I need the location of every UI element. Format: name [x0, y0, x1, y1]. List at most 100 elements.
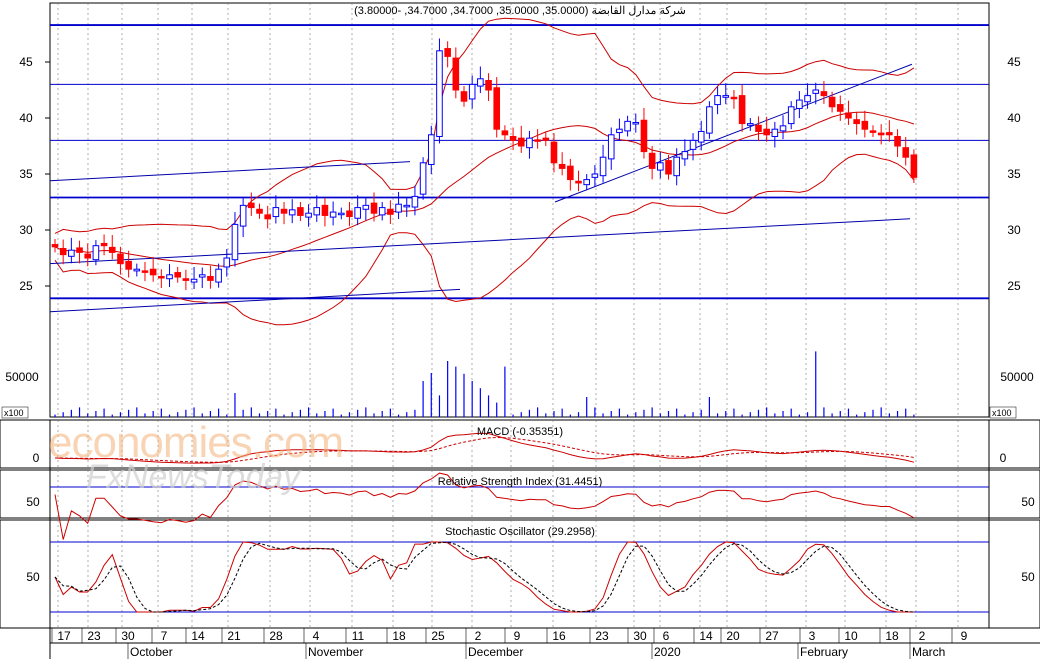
candle-body — [460, 91, 468, 102]
candle-body — [812, 89, 820, 94]
candle-body — [297, 207, 304, 216]
candle-body — [828, 96, 836, 108]
candle-body — [640, 119, 648, 153]
trend-line-rising — [554, 63, 913, 203]
trend-line-long — [49, 218, 911, 265]
candle-body — [92, 245, 100, 261]
date-tick-label: 6 — [663, 629, 670, 643]
stoch-tick-label-right: 50 — [1021, 570, 1035, 584]
candle-body — [288, 209, 296, 216]
date-tick-label: 18 — [392, 629, 406, 643]
price-tick-label-right: 35 — [1007, 167, 1021, 181]
candle-body — [370, 202, 378, 214]
candle-body — [108, 246, 116, 253]
candle-body — [722, 95, 730, 98]
candle-body — [468, 83, 476, 100]
price-tick-label-left: 40 — [19, 111, 33, 125]
candle-body — [657, 162, 664, 171]
date-tick-label: 10 — [844, 629, 858, 643]
candlesticks — [51, 38, 918, 291]
month-label: 2020 — [654, 645, 681, 659]
candle-body — [215, 268, 222, 283]
volume-scale-left: x100 — [4, 408, 24, 418]
price-tick-label-left: 35 — [19, 167, 33, 181]
candle-body — [836, 104, 844, 112]
candle-body — [149, 268, 157, 276]
candle-body — [910, 154, 918, 178]
candle-body — [902, 147, 910, 158]
candle-body — [256, 208, 263, 214]
macd-signal-line — [54, 436, 914, 463]
candle-body — [820, 91, 828, 97]
date-tick-label: 9 — [961, 629, 968, 643]
candle-body — [771, 128, 779, 137]
candle-body — [338, 212, 345, 216]
candle-body — [427, 134, 435, 165]
date-tick-label: 30 — [633, 629, 647, 643]
candle-body — [877, 132, 885, 136]
date-tick-label: 14 — [191, 629, 205, 643]
candle-body — [395, 203, 402, 213]
candle-body — [714, 95, 721, 106]
month-label: November — [308, 645, 363, 659]
stock-chart: 45 45 40 40 35 35 30 30 25 25 50000 50000 0 0 50 50 50 50… — [0, 2, 1040, 659]
candle-body — [313, 207, 321, 216]
month-label: October — [130, 645, 173, 659]
candle-body — [534, 139, 541, 142]
candle-body — [665, 160, 672, 175]
candle-body — [248, 202, 255, 209]
candle-body — [411, 195, 419, 208]
date-tick-label: 21 — [227, 629, 241, 643]
stoch-d-line — [54, 541, 914, 613]
price-tick-label-left: 25 — [19, 279, 33, 293]
candle-body — [174, 272, 181, 278]
candle-body — [76, 247, 83, 253]
candle-body — [616, 128, 623, 134]
candle-body — [894, 135, 901, 147]
candle-body — [223, 257, 231, 268]
month-label: December — [468, 645, 523, 659]
date-tick-label: 4 — [313, 629, 320, 643]
candle-body — [346, 210, 353, 218]
candle-body — [354, 207, 361, 219]
candle-body — [444, 48, 451, 57]
candle-body — [755, 124, 762, 132]
candle-body — [517, 137, 525, 147]
candle-body — [845, 112, 852, 119]
volume-tick-label-right: 50000 — [1000, 370, 1034, 384]
date-tick-label: 20 — [726, 629, 740, 643]
candle-body — [673, 156, 680, 177]
price-tick-label-right: 30 — [1007, 223, 1021, 237]
candle-body — [526, 137, 533, 149]
candle-body — [68, 249, 75, 257]
candle-body — [264, 214, 271, 220]
candle-body — [403, 204, 411, 208]
candle-body — [493, 87, 501, 130]
candle-body — [305, 212, 312, 218]
trend-line-lower-left — [49, 288, 461, 313]
candle-body — [117, 253, 124, 265]
candle-body — [706, 106, 713, 134]
price-tick-label-left: 45 — [19, 55, 33, 69]
candle-body — [141, 270, 149, 273]
candle-body — [853, 119, 860, 125]
rsi-title: Relative Strength Index (31.4451) — [438, 476, 603, 488]
panel-frames — [0, 2, 1040, 659]
price-tick-label-left: 30 — [19, 223, 33, 237]
date-tick-label: 16 — [552, 629, 566, 643]
rsi-tick-label-right: 50 — [1021, 495, 1035, 509]
candle-body — [681, 151, 689, 160]
candle-body — [477, 78, 484, 87]
month-label: March — [912, 645, 945, 659]
date-tick-label: 2 — [919, 629, 926, 643]
candle-body — [779, 125, 787, 132]
candle-body — [378, 207, 386, 216]
candle-body — [607, 134, 615, 160]
date-tick-label: 9 — [514, 629, 521, 643]
date-tick-label: 11 — [352, 629, 365, 643]
candle-body — [419, 162, 427, 195]
candle-body — [861, 120, 869, 130]
candle-body — [796, 99, 803, 109]
candle-body — [575, 180, 582, 184]
candle-body — [542, 137, 550, 141]
